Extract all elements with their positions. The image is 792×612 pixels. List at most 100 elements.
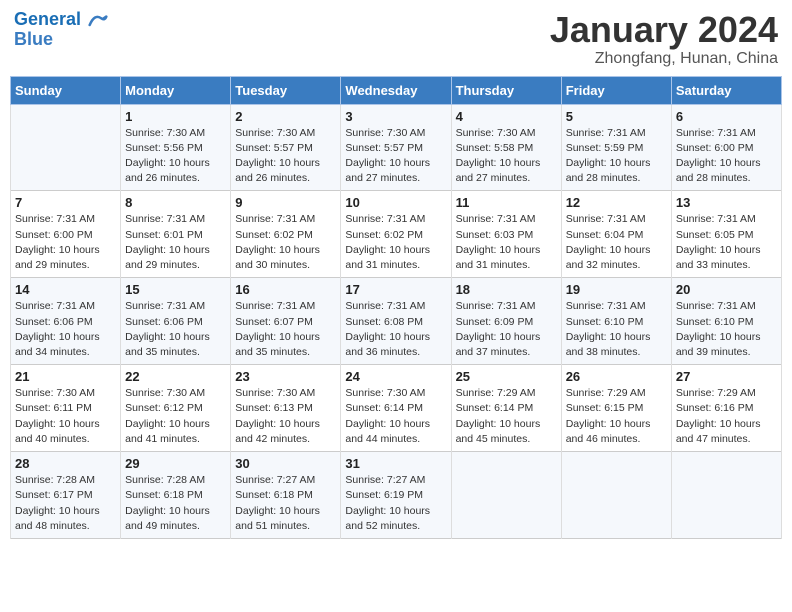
day-header-wednesday: Wednesday [341,76,451,104]
day-number: 7 [15,195,116,210]
day-info: Sunrise: 7:29 AMSunset: 6:14 PMDaylight:… [456,386,557,447]
calendar-cell: 27 Sunrise: 7:29 AMSunset: 6:16 PMDayligh… [671,365,781,452]
calendar-week-row: 21 Sunrise: 7:30 AMSunset: 6:11 PMDayligh… [11,365,782,452]
day-info: Sunrise: 7:27 AMSunset: 6:18 PMDaylight:… [235,473,336,534]
calendar-cell: 22 Sunrise: 7:30 AMSunset: 6:12 PMDayligh… [121,365,231,452]
day-info: Sunrise: 7:30 AMSunset: 6:11 PMDaylight:… [15,386,116,447]
day-header-tuesday: Tuesday [231,76,341,104]
calendar-cell: 23 Sunrise: 7:30 AMSunset: 6:13 PMDayligh… [231,365,341,452]
day-info: Sunrise: 7:31 AMSunset: 6:03 PMDaylight:… [456,212,557,273]
day-info: Sunrise: 7:28 AMSunset: 6:18 PMDaylight:… [125,473,226,534]
calendar-cell: 30 Sunrise: 7:27 AMSunset: 6:18 PMDayligh… [231,452,341,539]
calendar-cell: 15 Sunrise: 7:31 AMSunset: 6:06 PMDayligh… [121,278,231,365]
calendar-cell: 21 Sunrise: 7:30 AMSunset: 6:11 PMDayligh… [11,365,121,452]
day-info: Sunrise: 7:30 AMSunset: 5:57 PMDaylight:… [235,126,336,187]
day-number: 22 [125,369,226,384]
day-number: 8 [125,195,226,210]
day-info: Sunrise: 7:31 AMSunset: 6:10 PMDaylight:… [566,299,667,360]
calendar-cell: 5 Sunrise: 7:31 AMSunset: 5:59 PMDaylight… [561,104,671,191]
calendar-week-row: 1 Sunrise: 7:30 AMSunset: 5:56 PMDaylight… [11,104,782,191]
day-number: 30 [235,456,336,471]
calendar-cell: 29 Sunrise: 7:28 AMSunset: 6:18 PMDayligh… [121,452,231,539]
day-number: 28 [15,456,116,471]
calendar-week-row: 28Sunrise: 7:28 AMSunset: 6:17 PMDayligh… [11,452,782,539]
day-info: Sunrise: 7:30 AMSunset: 5:57 PMDaylight:… [345,126,446,187]
day-info: Sunrise: 7:31 AMSunset: 6:10 PMDaylight:… [676,299,777,360]
calendar-cell [11,104,121,191]
day-info: Sunrise: 7:31 AMSunset: 6:06 PMDaylight:… [125,299,226,360]
day-number: 27 [676,369,777,384]
calendar-cell: 28Sunrise: 7:28 AMSunset: 6:17 PMDayligh… [11,452,121,539]
day-info: Sunrise: 7:27 AMSunset: 6:19 PMDaylight:… [345,473,446,534]
calendar-cell: 18Sunrise: 7:31 AMSunset: 6:09 PMDayligh… [451,278,561,365]
day-number: 26 [566,369,667,384]
day-number: 16 [235,282,336,297]
day-info: Sunrise: 7:30 AMSunset: 6:14 PMDaylight:… [345,386,446,447]
day-info: Sunrise: 7:30 AMSunset: 6:12 PMDaylight:… [125,386,226,447]
day-header-friday: Friday [561,76,671,104]
day-number: 12 [566,195,667,210]
calendar-cell: 2 Sunrise: 7:30 AMSunset: 5:57 PMDaylight… [231,104,341,191]
day-number: 31 [345,456,446,471]
day-number: 1 [125,109,226,124]
calendar-cell [561,452,671,539]
calendar-cell: 10Sunrise: 7:31 AMSunset: 6:02 PMDayligh… [341,191,451,278]
day-info: Sunrise: 7:31 AMSunset: 6:02 PMDaylight:… [235,212,336,273]
day-number: 19 [566,282,667,297]
page-header: General Blue January 2024 Zhongfang, Hun… [10,10,782,68]
day-info: Sunrise: 7:31 AMSunset: 6:07 PMDaylight:… [235,299,336,360]
calendar-cell: 24Sunrise: 7:30 AMSunset: 6:14 PMDayligh… [341,365,451,452]
calendar-cell: 20 Sunrise: 7:31 AMSunset: 6:10 PMDayligh… [671,278,781,365]
calendar-cell: 3Sunrise: 7:30 AMSunset: 5:57 PMDaylight… [341,104,451,191]
calendar-cell: 1 Sunrise: 7:30 AMSunset: 5:56 PMDaylight… [121,104,231,191]
day-info: Sunrise: 7:30 AMSunset: 5:58 PMDaylight:… [456,126,557,187]
day-number: 13 [676,195,777,210]
day-header-thursday: Thursday [451,76,561,104]
calendar-week-row: 14 Sunrise: 7:31 AMSunset: 6:06 PMDayligh… [11,278,782,365]
day-info: Sunrise: 7:31 AMSunset: 6:00 PMDaylight:… [676,126,777,187]
day-number: 23 [235,369,336,384]
calendar-cell: 12Sunrise: 7:31 AMSunset: 6:04 PMDayligh… [561,191,671,278]
day-info: Sunrise: 7:29 AMSunset: 6:15 PMDaylight:… [566,386,667,447]
calendar-week-row: 7Sunrise: 7:31 AMSunset: 6:00 PMDaylight… [11,191,782,278]
day-number: 15 [125,282,226,297]
day-number: 20 [676,282,777,297]
calendar-cell: 7Sunrise: 7:31 AMSunset: 6:00 PMDaylight… [11,191,121,278]
day-info: Sunrise: 7:31 AMSunset: 6:08 PMDaylight:… [345,299,446,360]
day-info: Sunrise: 7:30 AMSunset: 6:13 PMDaylight:… [235,386,336,447]
day-number: 29 [125,456,226,471]
location-subtitle: Zhongfang, Hunan, China [550,50,778,68]
calendar-header-row: SundayMondayTuesdayWednesdayThursdayFrid… [11,76,782,104]
calendar-cell: 4Sunrise: 7:30 AMSunset: 5:58 PMDaylight… [451,104,561,191]
day-info: Sunrise: 7:31 AMSunset: 5:59 PMDaylight:… [566,126,667,187]
calendar-cell: 19 Sunrise: 7:31 AMSunset: 6:10 PMDayligh… [561,278,671,365]
day-info: Sunrise: 7:29 AMSunset: 6:16 PMDaylight:… [676,386,777,447]
day-info: Sunrise: 7:31 AMSunset: 6:05 PMDaylight:… [676,212,777,273]
calendar-table: SundayMondayTuesdayWednesdayThursdayFrid… [10,76,782,539]
day-header-saturday: Saturday [671,76,781,104]
day-number: 5 [566,109,667,124]
day-info: Sunrise: 7:31 AMSunset: 6:02 PMDaylight:… [345,212,446,273]
calendar-cell: 14Sunrise: 7:31 AMSunset: 6:06 PMDayligh… [11,278,121,365]
day-number: 6 [676,109,777,124]
calendar-cell: 25 Sunrise: 7:29 AMSunset: 6:14 PMDayligh… [451,365,561,452]
day-number: 25 [456,369,557,384]
day-info: Sunrise: 7:31 AMSunset: 6:09 PMDaylight:… [456,299,557,360]
calendar-cell: 13 Sunrise: 7:31 AMSunset: 6:05 PMDayligh… [671,191,781,278]
day-info: Sunrise: 7:30 AMSunset: 5:56 PMDaylight:… [125,126,226,187]
day-number: 2 [235,109,336,124]
calendar-cell: 9 Sunrise: 7:31 AMSunset: 6:02 PMDaylight… [231,191,341,278]
logo-text: General [14,10,108,30]
day-number: 9 [235,195,336,210]
day-number: 14 [15,282,116,297]
calendar-cell: 26 Sunrise: 7:29 AMSunset: 6:15 PMDayligh… [561,365,671,452]
calendar-cell: 11 Sunrise: 7:31 AMSunset: 6:03 PMDayligh… [451,191,561,278]
calendar-cell: 8Sunrise: 7:31 AMSunset: 6:01 PMDaylight… [121,191,231,278]
day-number: 21 [15,369,116,384]
calendar-cell [451,452,561,539]
day-header-sunday: Sunday [11,76,121,104]
day-number: 11 [456,195,557,210]
calendar-cell: 31 Sunrise: 7:27 AMSunset: 6:19 PMDayligh… [341,452,451,539]
month-title: January 2024 [550,10,778,50]
logo-blue: Blue [14,30,108,50]
